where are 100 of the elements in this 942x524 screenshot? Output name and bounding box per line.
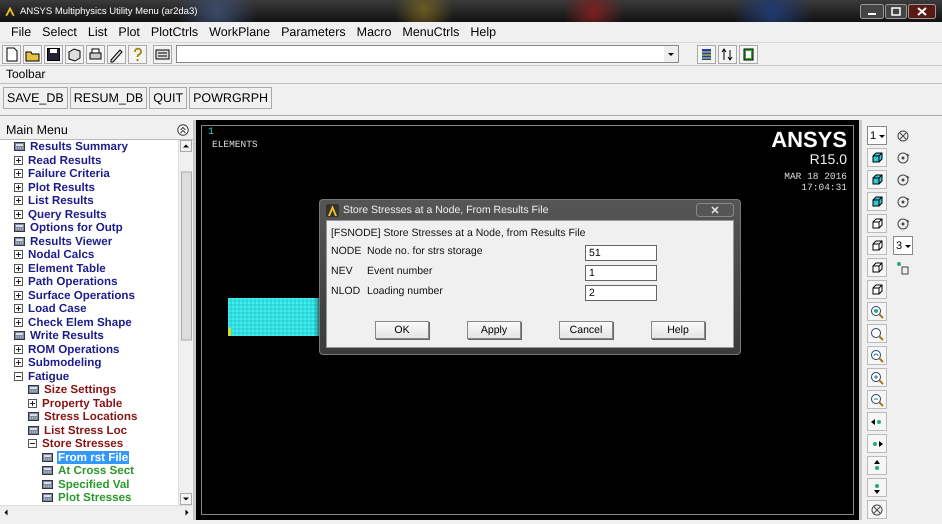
form-icon xyxy=(14,331,25,340)
toolbar-button[interactable]: RESUM_DB xyxy=(70,87,148,109)
form-icon xyxy=(28,426,39,435)
menu-item[interactable]: Select xyxy=(42,25,77,39)
menu-tree-item[interactable]: Options for Outp xyxy=(29,221,124,234)
menu-item[interactable]: Help xyxy=(470,25,496,39)
field-label: Node no. for strs storage xyxy=(367,245,484,257)
form-icon xyxy=(14,142,25,152)
menu-tree-item[interactable]: Results Summary xyxy=(29,140,129,154)
field-key: NEV xyxy=(331,265,367,277)
scroll-up-button[interactable] xyxy=(180,140,192,152)
expand-icon[interactable] xyxy=(14,318,23,327)
plot-label: ELEMENTS xyxy=(212,139,258,150)
app-logo-icon xyxy=(326,204,339,216)
expand-icon[interactable] xyxy=(14,210,23,219)
input-field[interactable]: 1 xyxy=(585,265,657,281)
command-input[interactable] xyxy=(176,45,679,63)
minimize-button[interactable] xyxy=(860,4,884,18)
field-label: Loading number xyxy=(367,285,444,297)
form-icon xyxy=(28,412,39,422)
app-logo-icon xyxy=(4,5,16,17)
dialog-heading: [FSNODE] Store Stresses at a Node, from Results File xyxy=(331,227,586,239)
menu-tree-item[interactable]: Size Settings xyxy=(43,383,118,396)
expand-icon[interactable] xyxy=(14,169,23,178)
menu-tree-item[interactable]: Plot Stresses xyxy=(57,491,132,504)
menu-tree-item[interactable]: Query Results xyxy=(27,208,108,221)
expand-icon[interactable] xyxy=(14,358,23,368)
menu-tree-item[interactable]: Element Table xyxy=(27,262,107,275)
menu-item[interactable]: List xyxy=(88,25,108,39)
expand-icon[interactable] xyxy=(14,290,23,300)
menu-item[interactable]: Parameters xyxy=(281,25,346,39)
menu-item[interactable]: PlotCtrls xyxy=(150,25,198,39)
toolbar-button[interactable]: POWRGRPH xyxy=(189,87,272,109)
expand-icon[interactable] xyxy=(14,277,23,286)
dialog-button[interactable]: Cancel xyxy=(559,321,613,339)
expand-icon[interactable] xyxy=(14,304,23,314)
form-icon xyxy=(42,452,53,462)
menu-tree-item[interactable]: Load Case xyxy=(27,302,88,316)
field-key: NODE xyxy=(331,245,367,257)
menu-tree-item[interactable]: Stress Locations xyxy=(43,410,138,424)
expand-icon[interactable] xyxy=(28,398,37,408)
menu-item[interactable]: Macro xyxy=(356,25,392,39)
menu-tree-item[interactable]: Specified Val xyxy=(57,478,131,491)
dialog-button[interactable]: Apply xyxy=(467,321,521,339)
form-icon xyxy=(28,385,39,394)
menu-item[interactable]: Plot xyxy=(118,25,140,39)
dialog-button[interactable]: Help xyxy=(651,321,705,339)
window-title: ANSYS Multiphysics Utility Menu (ar2da3) xyxy=(20,6,198,16)
expand-icon[interactable] xyxy=(14,182,23,192)
expand-icon[interactable] xyxy=(14,156,23,165)
expand-icon[interactable] xyxy=(14,344,23,354)
expand-icon[interactable] xyxy=(14,196,23,206)
menu-tree-item[interactable]: Check Elem Shape xyxy=(27,316,133,329)
dialog-button[interactable]: OK xyxy=(375,321,429,339)
logo-text: ANSYS xyxy=(771,129,847,151)
printer-icon[interactable] xyxy=(87,46,104,62)
dialog-title: Store Stresses at a Node, From Results File xyxy=(343,204,550,216)
menu-item[interactable]: WorkPlane xyxy=(209,25,270,39)
form-icon xyxy=(14,236,25,246)
expand-icon[interactable] xyxy=(14,264,23,273)
collapse-icon[interactable] xyxy=(14,372,23,381)
menu-tree-item[interactable]: Submodeling xyxy=(27,356,102,370)
field-label: Event number xyxy=(367,265,434,277)
panel-title: Main Menu xyxy=(6,122,68,136)
menu-tree-item[interactable]: Property Table xyxy=(41,396,124,410)
menu-tree-item[interactable]: Path Operations xyxy=(27,275,119,288)
menu-tree-item[interactable]: Read Results xyxy=(27,154,102,167)
menu-tree-item[interactable]: Nodal Calcs xyxy=(27,248,96,262)
collapse-icon[interactable] xyxy=(28,439,37,448)
expand-icon[interactable] xyxy=(14,250,23,260)
form-icon xyxy=(14,223,25,232)
input-field[interactable]: 51 xyxy=(585,245,657,261)
scroll-down-button[interactable] xyxy=(180,493,192,505)
increment-selector[interactable]: 3 xyxy=(893,236,913,255)
menu-tree-item[interactable]: List Stress Loc xyxy=(43,424,128,437)
menu-tree-item[interactable]: Store Stresses xyxy=(41,437,124,450)
maximize-button[interactable] xyxy=(885,4,907,18)
menu-tree-item[interactable]: At Cross Sect xyxy=(57,464,136,478)
input-field[interactable]: 2 xyxy=(585,285,657,301)
menu-tree-item[interactable]: Results Viewer xyxy=(29,234,114,248)
menu-item[interactable]: File xyxy=(11,25,32,39)
menu-tree-item[interactable]: ROM Operations xyxy=(27,342,120,356)
toolbar-button[interactable]: QUIT xyxy=(149,87,188,109)
time-label: 17:04:31 xyxy=(801,182,847,193)
close-button[interactable] xyxy=(908,4,936,18)
window-selector[interactable]: 1 xyxy=(867,126,887,145)
close-button[interactable] xyxy=(696,203,734,217)
menu-tree-item[interactable]: Write Results xyxy=(29,329,105,342)
window-number: 1 xyxy=(208,127,214,138)
toolbar-button[interactable]: SAVE_DB xyxy=(3,87,68,109)
menu-tree-item[interactable]: Failure Criteria xyxy=(27,167,111,180)
save-icon[interactable] xyxy=(45,46,62,62)
field-key: NLOD xyxy=(331,285,367,297)
menu-tree-item[interactable]: Plot Results xyxy=(27,180,96,194)
menu-tree-item[interactable]: List Results xyxy=(27,194,95,208)
toolbar-label: Toolbar xyxy=(0,66,942,84)
menu-tree-item[interactable]: Surface Operations xyxy=(27,288,136,302)
menu-item[interactable]: MenuCtrls xyxy=(402,25,460,39)
menu-tree-item[interactable]: Fatigue xyxy=(27,370,70,383)
collapse-icon[interactable] xyxy=(177,124,189,136)
